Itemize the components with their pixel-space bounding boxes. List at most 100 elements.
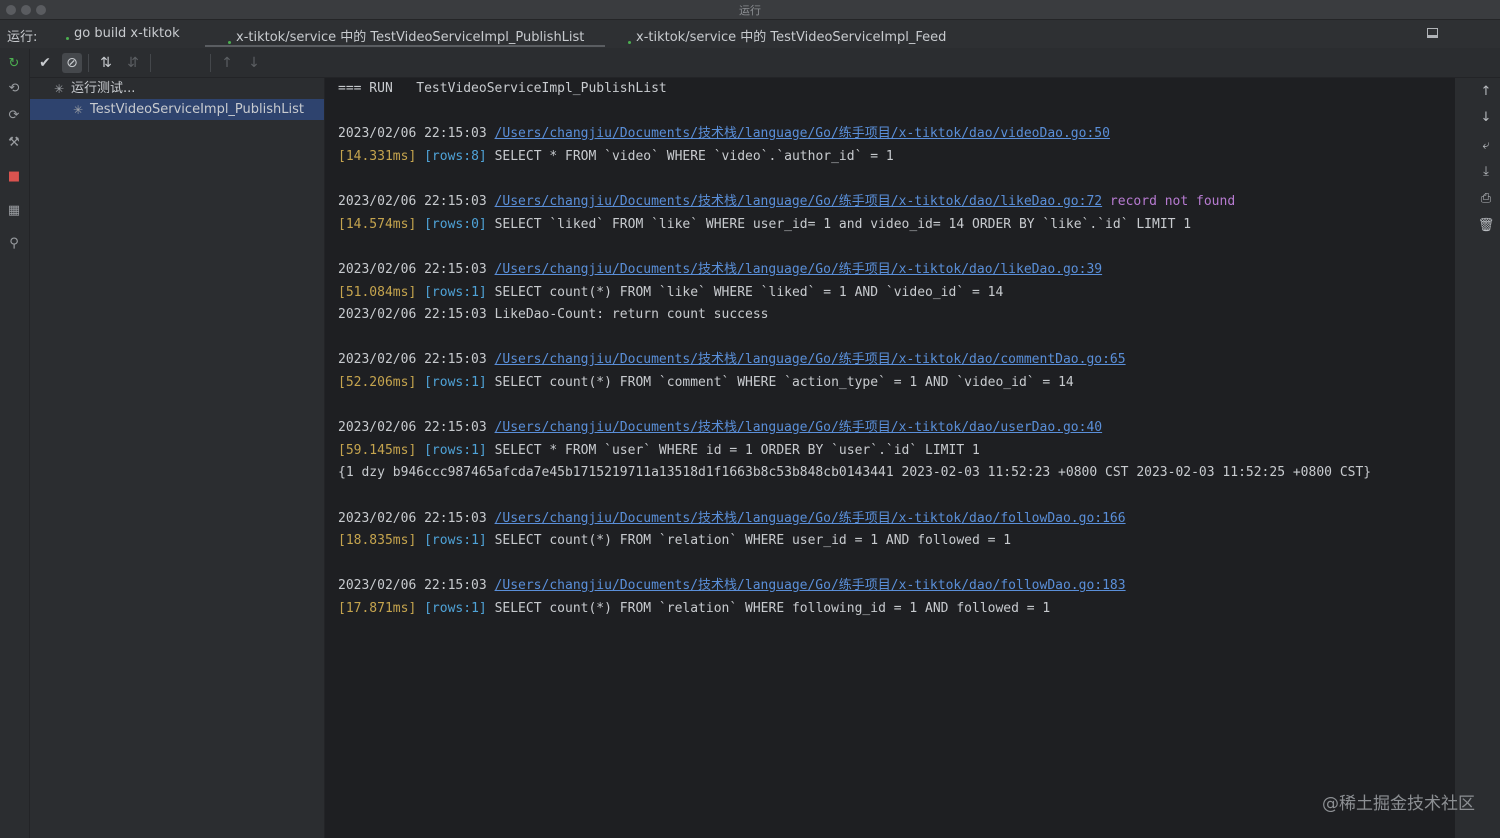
source-link[interactable]: /Users/changjiu/Documents/技术栈/language/G…: [495, 511, 1126, 526]
log-line: 2023/02/06 22:15:03 /Users/changjiu/Docu…: [338, 417, 1102, 439]
tab-feed-test[interactable]: x-tiktok/service 中的 TestVideoServiceImpl…: [628, 26, 946, 45]
settings-wrench-icon[interactable]: ⚒: [5, 134, 23, 152]
sql-line: [59.145ms] [rows:1] SELECT * FROM `user`…: [338, 440, 980, 462]
scroll-to-end-icon[interactable]: ⤓: [1477, 163, 1495, 181]
loading-spinner-icon: ✳: [73, 103, 84, 117]
log-line: 2023/02/06 22:15:03 /Users/changjiu/Docu…: [338, 259, 1102, 281]
query-duration: [17.871ms]: [338, 601, 417, 616]
toggle-auto-test-icon[interactable]: ⟳: [5, 107, 23, 125]
clear-all-icon[interactable]: 🗑: [1477, 217, 1495, 235]
restore-layout-icon[interactable]: [1427, 28, 1438, 38]
sort-alphabetically-icon[interactable]: ⇅: [96, 53, 116, 73]
rerun-failed-icon[interactable]: ⟲: [5, 80, 23, 98]
log-timestamp: 2023/02/06 22:15:03: [338, 262, 495, 277]
query-duration: [18.835ms]: [338, 533, 417, 548]
log-line: 2023/02/06 22:15:03 /Users/changjiu/Docu…: [338, 191, 1235, 213]
toolbar-divider: [88, 54, 89, 72]
tab-label: go build x-tiktok: [74, 26, 180, 41]
sql-line: [14.331ms] [rows:8] SELECT * FROM `video…: [338, 146, 894, 168]
tab-publishlist-test[interactable]: x-tiktok/service 中的 TestVideoServiceImpl…: [228, 26, 584, 45]
run-status-icon: [66, 37, 69, 40]
log-message-line: 2023/02/06 22:15:03 LikeDao-Count: retur…: [338, 307, 769, 322]
console-scrollbar[interactable]: [1456, 78, 1470, 838]
window-titlebar: 运行: [0, 0, 1500, 20]
log-timestamp: 2023/02/06 22:15:03: [338, 420, 495, 435]
log-line: 2023/02/06 22:15:03 /Users/changjiu/Docu…: [338, 123, 1110, 145]
run-label: 运行:: [7, 30, 38, 45]
layout-icon[interactable]: ▦: [5, 202, 23, 220]
log-line: 2023/02/06 22:15:03 /Users/changjiu/Docu…: [338, 349, 1126, 371]
print-icon[interactable]: ⎙: [1477, 190, 1495, 208]
sql-line: [14.574ms] [rows:0] SELECT `liked` FROM …: [338, 214, 1191, 236]
source-link[interactable]: /Users/changjiu/Documents/技术栈/language/G…: [495, 262, 1103, 277]
query-duration: [51.084ms]: [338, 285, 417, 300]
query-duration: [52.206ms]: [338, 375, 417, 390]
row-count: [rows:1]: [424, 375, 487, 390]
sql-statement: SELECT * FROM `video` WHERE `video`.`aut…: [494, 149, 894, 164]
tab-go-build[interactable]: go build x-tiktok: [66, 26, 180, 41]
sql-line: [51.084ms] [rows:1] SELECT count(*) FROM…: [338, 282, 1003, 304]
toolbar-divider: [210, 54, 211, 72]
next-failed-test-icon[interactable]: ↓: [244, 53, 264, 73]
sql-line: [52.206ms] [rows:1] SELECT count(*) FROM…: [338, 372, 1074, 394]
source-link[interactable]: /Users/changjiu/Documents/技术栈/language/G…: [495, 352, 1126, 367]
row-count: [rows:1]: [424, 285, 487, 300]
row-count: [rows:1]: [424, 601, 487, 616]
test-toolbar: ✔ ⊘ ⇅ ⇵ ↑ ↓: [0, 49, 1500, 78]
tab-label: x-tiktok/service 中的 TestVideoServiceImpl…: [636, 30, 947, 45]
run-status-icon: [228, 41, 231, 44]
source-link[interactable]: /Users/changjiu/Documents/技术栈/language/G…: [495, 578, 1126, 593]
row-count: [rows:8]: [424, 149, 487, 164]
tree-item-publishlist[interactable]: ✳ TestVideoServiceImpl_PublishList: [30, 99, 324, 120]
scroll-down-icon[interactable]: ↓: [1477, 109, 1495, 127]
previous-failed-test-icon[interactable]: ↑: [217, 53, 237, 73]
scroll-up-icon[interactable]: ↑: [1477, 83, 1495, 101]
query-duration: [59.145ms]: [338, 443, 417, 458]
test-tree: ✳ 运行测试... ✳ TestVideoServiceImpl_PublishLi…: [30, 78, 325, 838]
log-timestamp: 2023/02/06 22:15:03: [338, 511, 495, 526]
log-timestamp: 2023/02/06 22:15:03: [338, 126, 495, 141]
run-side-toolbar: ↻ ⟲ ⟳ ⚒ ■ ▦ ⚲: [0, 49, 30, 838]
sort-by-duration-icon[interactable]: ⇵: [123, 53, 143, 73]
stop-icon[interactable]: ■: [5, 168, 23, 186]
active-tab-indicator: [205, 45, 605, 47]
pin-tab-icon[interactable]: ⚲: [5, 235, 23, 253]
sql-line: [17.871ms] [rows:1] SELECT count(*) FROM…: [338, 598, 1050, 620]
source-link[interactable]: /Users/changjiu/Documents/技术栈/language/G…: [495, 126, 1110, 141]
log-line: 2023/02/06 22:15:03 /Users/changjiu/Docu…: [338, 508, 1126, 530]
console-side-toolbar: ↑ ↓ ⤶ ⤓ ⎙ 🗑: [1472, 78, 1500, 838]
source-link[interactable]: /Users/changjiu/Documents/技术栈/language/G…: [495, 420, 1103, 435]
loading-spinner-icon: ✳: [54, 82, 65, 96]
sql-statement: SELECT count(*) FROM `relation` WHERE fo…: [494, 601, 1051, 616]
sql-statement: SELECT count(*) FROM `relation` WHERE us…: [494, 533, 1012, 548]
row-count: [rows:0]: [424, 217, 487, 232]
log-message-line: {1 dzy b946ccc987465afcda7e45b1715219711…: [338, 465, 1372, 480]
sql-statement: SELECT * FROM `user` WHERE id = 1 ORDER …: [494, 443, 980, 458]
sql-statement: SELECT count(*) FROM `like` WHERE `liked…: [494, 285, 1004, 300]
error-message: record not found: [1102, 194, 1236, 209]
tree-item-label: 运行测试...: [71, 81, 136, 96]
console-output[interactable]: === RUN TestVideoServiceImpl_PublishList…: [325, 78, 1455, 838]
run-status-icon: [628, 41, 631, 44]
log-timestamp: 2023/02/06 22:15:03: [338, 578, 495, 593]
row-count: [rows:1]: [424, 533, 487, 548]
query-duration: [14.331ms]: [338, 149, 417, 164]
log-timestamp: 2023/02/06 22:15:03: [338, 194, 495, 209]
sql-statement: SELECT count(*) FROM `comment` WHERE `ac…: [494, 375, 1074, 390]
tree-item-label: TestVideoServiceImpl_PublishList: [90, 102, 304, 117]
row-count: [rows:1]: [424, 443, 487, 458]
toolbar-divider: [150, 54, 151, 72]
run-tab-bar: 运行: go build x-tiktok x-tiktok/service 中…: [0, 20, 1500, 48]
query-duration: [14.574ms]: [338, 217, 417, 232]
console-run-header: === RUN TestVideoServiceImpl_PublishList: [338, 81, 667, 96]
sql-line: [18.835ms] [rows:1] SELECT count(*) FROM…: [338, 530, 1011, 552]
show-passed-icon[interactable]: ✔: [35, 53, 55, 73]
source-link[interactable]: /Users/changjiu/Documents/技术栈/language/G…: [495, 194, 1103, 209]
tree-item-running-tests[interactable]: ✳ 运行测试...: [30, 78, 324, 99]
sql-statement: SELECT `liked` FROM `like` WHERE user_id…: [494, 217, 1192, 232]
window-title: 运行: [739, 4, 761, 17]
rerun-icon[interactable]: ↻: [5, 55, 23, 73]
show-ignored-icon[interactable]: ⊘: [62, 53, 82, 73]
log-timestamp: 2023/02/06 22:15:03: [338, 352, 495, 367]
soft-wrap-icon[interactable]: ⤶: [1477, 137, 1495, 155]
